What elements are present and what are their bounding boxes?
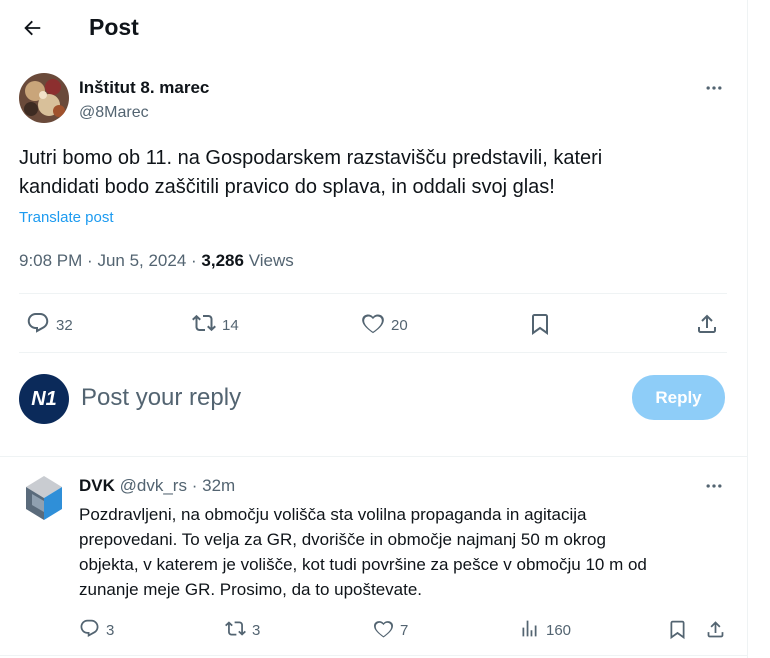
author-handle[interactable]: @8Marec (79, 104, 149, 122)
reply-author-avatar[interactable] (22, 474, 66, 524)
meta-separator: · (191, 251, 202, 270)
reply-views-action[interactable]: 160 (519, 618, 571, 643)
reply-count: 32 (56, 316, 73, 334)
repost-icon (225, 618, 246, 643)
analytics-icon (519, 618, 540, 643)
reply-like-action[interactable]: 7 (373, 618, 408, 643)
reply-text-line: prepovedani. To velja za GR, dvorišče in… (79, 530, 606, 549)
bookmark-icon[interactable] (527, 311, 553, 337)
divider (19, 352, 727, 353)
post-time[interactable]: 9:08 PM (19, 251, 82, 270)
translate-post-link[interactable]: Translate post (19, 209, 114, 226)
post-meta: 9:08 PM · Jun 5, 2024 · 3,286 Views (19, 251, 294, 271)
meta-separator: · (191, 476, 198, 495)
reply-action[interactable]: 32 (26, 311, 73, 339)
reply-icon (26, 311, 50, 339)
reply-reply-action[interactable]: 3 (79, 618, 114, 643)
post-text-line: kandidati bodo zaščitili pravico do spla… (19, 176, 555, 198)
reply-repost-count: 3 (252, 622, 261, 639)
post-date[interactable]: Jun 5, 2024 (97, 251, 186, 270)
reply-repost-action[interactable]: 3 (225, 618, 260, 643)
reply-text-line: objekta, v katerem je volišče, kot tudi … (79, 555, 647, 574)
reply-views-count: 160 (546, 622, 572, 639)
post-text: Jutri bomo ob 11. na Gospodarskem razsta… (19, 144, 719, 202)
reply-text-line: Pozdravljeni, na območju volišča sta vol… (79, 505, 587, 524)
meta-separator: · (87, 251, 98, 270)
page-title: Post (89, 14, 139, 40)
divider (19, 293, 727, 294)
heart-icon (361, 311, 385, 339)
share-icon[interactable] (693, 310, 721, 338)
views-label: Views (248, 251, 294, 270)
divider (0, 456, 748, 457)
avatar-logo-text: N1 (31, 387, 57, 410)
reply-text-line: zunanje meje GR. Prosimo, da to upošteva… (79, 580, 423, 599)
like-action[interactable]: 20 (361, 311, 408, 339)
divider (0, 655, 748, 656)
timeline-column: Post Inštitut 8. marec @8Marec Jutri bom… (0, 0, 748, 658)
repost-count: 14 (222, 316, 239, 334)
post-text-line: Jutri bomo ob 11. na Gospodarskem razsta… (19, 147, 603, 169)
reply-header: DVK @dvk_rs · 32m (79, 476, 235, 496)
reply-share-icon[interactable] (703, 617, 727, 641)
user-avatar[interactable]: N1 (19, 374, 69, 424)
reply-more-options-icon[interactable] (700, 474, 728, 498)
reply-bookmark-icon[interactable] (666, 618, 688, 640)
repost-icon (192, 311, 216, 339)
reply-icon (79, 618, 100, 643)
reply-time[interactable]: 32m (202, 476, 235, 495)
views-count: 3,286 (201, 251, 244, 270)
heart-icon (373, 618, 394, 643)
author-name[interactable]: Inštitut 8. marec (79, 78, 209, 98)
reply-reply-count: 3 (106, 622, 115, 639)
reply-author-name[interactable]: DVK (79, 476, 115, 495)
back-arrow-icon[interactable] (14, 10, 50, 46)
repost-action[interactable]: 14 (192, 311, 239, 339)
more-options-icon[interactable] (700, 76, 728, 100)
author-avatar[interactable] (19, 73, 69, 123)
reply-like-count: 7 (400, 622, 409, 639)
like-count: 20 (391, 316, 408, 334)
reply-text: Pozdravljeni, na območju volišča sta vol… (79, 502, 734, 602)
reply-input[interactable]: Post your reply (81, 384, 601, 412)
reply-author-handle[interactable]: @dvk_rs (120, 476, 187, 495)
reply-button[interactable]: Reply (632, 375, 725, 420)
